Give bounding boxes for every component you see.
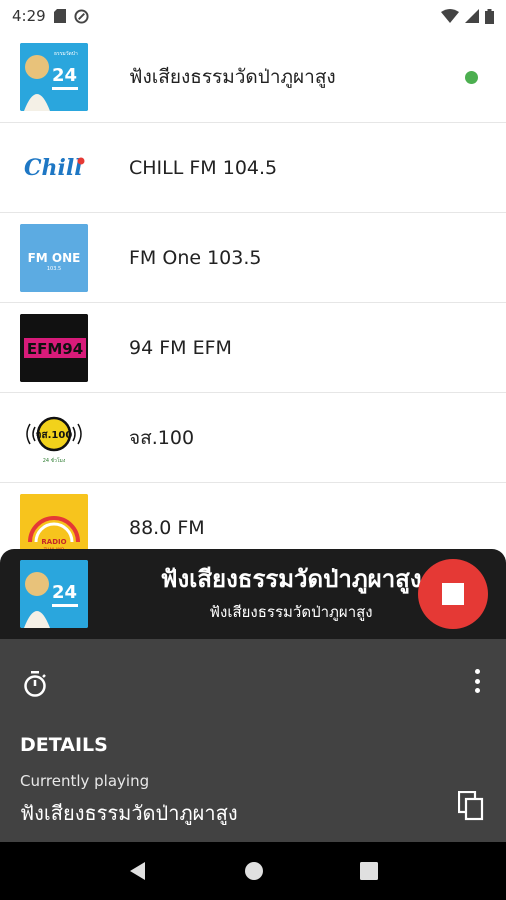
back-icon[interactable] — [128, 861, 148, 881]
svg-text:จส.100: จส.100 — [36, 430, 73, 441]
fm-one-logo: FM ONE 103.5 — [20, 223, 88, 292]
timer-icon[interactable] — [22, 671, 48, 697]
dhamma-24-logo: ธรรมวัดป่า 24 — [20, 43, 88, 111]
svg-text:103.5: 103.5 — [47, 266, 61, 272]
data-saver-icon — [74, 8, 89, 24]
svg-text:EFM94: EFM94 — [27, 340, 83, 358]
more-options-icon[interactable] — [474, 669, 480, 693]
stop-icon — [442, 583, 464, 605]
wifi-icon — [441, 9, 459, 23]
station-name: จส.100 — [129, 426, 195, 449]
svg-text:FM ONE: FM ONE — [28, 251, 81, 265]
station-row[interactable]: Chill CHILL FM 104.5 — [0, 123, 506, 213]
efm94-logo: EFM94 — [20, 313, 88, 382]
copy-icon[interactable] — [458, 791, 484, 821]
status-bar: 4:29 — [0, 0, 506, 32]
svg-text:24: 24 — [52, 582, 77, 603]
station-name: CHILL FM 104.5 — [129, 156, 278, 179]
station-row[interactable]: จส.100 24 ชั่วโมง จส.100 — [0, 393, 506, 483]
home-icon[interactable] — [244, 861, 264, 881]
svg-text:ธรรมวัดป่า: ธรรมวัดป่า — [54, 51, 78, 57]
currently-playing-value: ฟังเสียงธรรมวัดป่าภูผาสูง — [20, 801, 238, 825]
chill-logo: Chill — [20, 133, 88, 202]
station-row[interactable]: FM ONE 103.5 FM One 103.5 — [0, 213, 506, 303]
battery-icon — [485, 8, 494, 24]
svg-text:RADIO: RADIO — [41, 538, 66, 546]
now-playing-logo: 24 — [20, 560, 88, 628]
js100-logo: จส.100 24 ชั่วโมง — [20, 403, 88, 472]
status-time: 4:29 — [12, 7, 46, 25]
now-playing-bar[interactable]: 24 ฟังเสียงธรรมวัดป่าภูผาสูง ฟังเสียงธรร… — [0, 549, 506, 639]
station-name: 94 FM EFM — [129, 336, 232, 359]
details-heading: DETAILS — [20, 734, 108, 756]
recents-icon[interactable] — [360, 862, 378, 880]
svg-text:24 ชั่วโมง: 24 ชั่วโมง — [43, 457, 66, 464]
station-row[interactable]: EFM94 94 FM EFM — [0, 303, 506, 393]
station-name: ฟังเสียงธรรมวัดป่าภูผาสูง — [129, 66, 336, 88]
station-list: ธรรมวัดป่า 24 ฟังเสียงธรรมวัดป่าภูผาสูง … — [0, 32, 506, 573]
station-name: 88.0 FM — [129, 516, 205, 539]
svg-text:Chill: Chill — [24, 155, 83, 181]
currently-playing-label: Currently playing — [20, 772, 150, 790]
cell-signal-icon — [465, 9, 479, 23]
svg-text:24: 24 — [52, 65, 77, 86]
sd-card-icon — [53, 9, 66, 23]
station-row[interactable]: ธรรมวัดป่า 24 ฟังเสียงธรรมวัดป่าภูผาสูง — [0, 32, 506, 123]
details-panel: DETAILS Currently playing ฟังเสียงธรรมวั… — [0, 639, 506, 842]
playing-indicator — [465, 71, 478, 84]
stop-button[interactable] — [418, 559, 488, 629]
station-name: FM One 103.5 — [129, 246, 262, 269]
system-nav-bar — [0, 842, 506, 900]
